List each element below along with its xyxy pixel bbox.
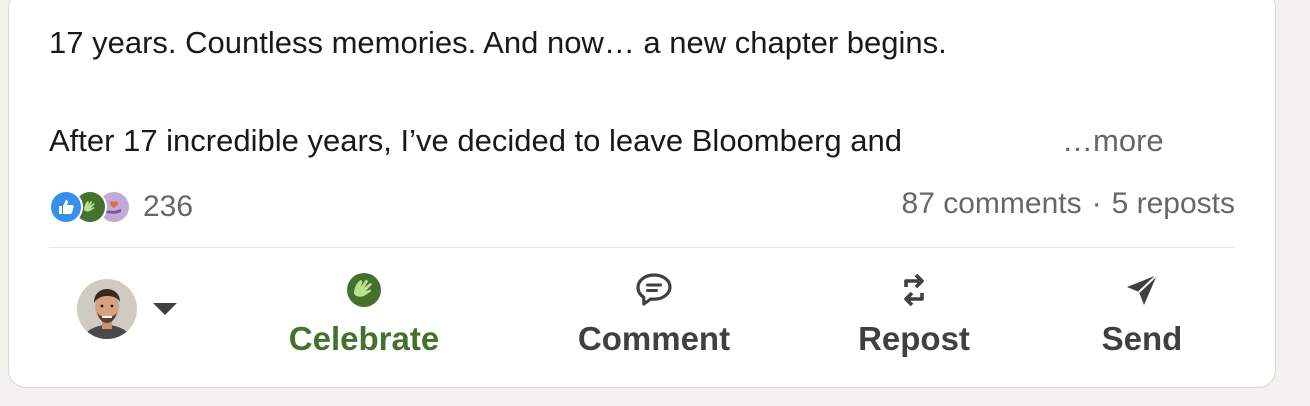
celebrate-label: Celebrate <box>288 319 440 357</box>
reposts-count-link[interactable]: 5 reposts <box>1112 187 1235 221</box>
comments-count-link[interactable]: 87 comments <box>902 187 1082 221</box>
social-counts: 87 comments · 5 reposts <box>902 187 1235 221</box>
post-text-line-2: After 17 incredible years, I’ve decided … <box>49 123 902 158</box>
reaction-count: 236 <box>143 190 194 223</box>
celebrate-button[interactable]: Celebrate <box>289 259 439 369</box>
chevron-down-icon <box>153 303 177 315</box>
send-icon <box>1123 271 1161 314</box>
comment-icon <box>634 271 674 314</box>
comment-label: Comment <box>577 319 731 357</box>
celebrate-icon <box>345 271 383 314</box>
send-label: Send <box>1101 319 1183 357</box>
avatar <box>77 279 137 339</box>
like-icon <box>49 190 83 224</box>
action-bar: Celebrate Comment Repost Send <box>49 259 1235 369</box>
post-card: 17 years. Countless memories. And now… a… <box>8 0 1276 388</box>
repost-icon <box>895 271 933 314</box>
comment-button[interactable]: Comment <box>569 259 739 369</box>
reactions-summary[interactable]: 236 <box>49 187 193 227</box>
reaction-identity-selector[interactable] <box>77 279 177 339</box>
divider <box>49 247 1235 248</box>
send-button[interactable]: Send <box>1087 259 1197 369</box>
repost-label: Repost <box>858 319 970 357</box>
repost-button[interactable]: Repost <box>849 259 979 369</box>
separator-dot: · <box>1091 187 1102 220</box>
post-text-line-1: 17 years. Countless memories. And now… a… <box>49 25 947 60</box>
see-more-link[interactable]: …more <box>1062 123 1164 159</box>
